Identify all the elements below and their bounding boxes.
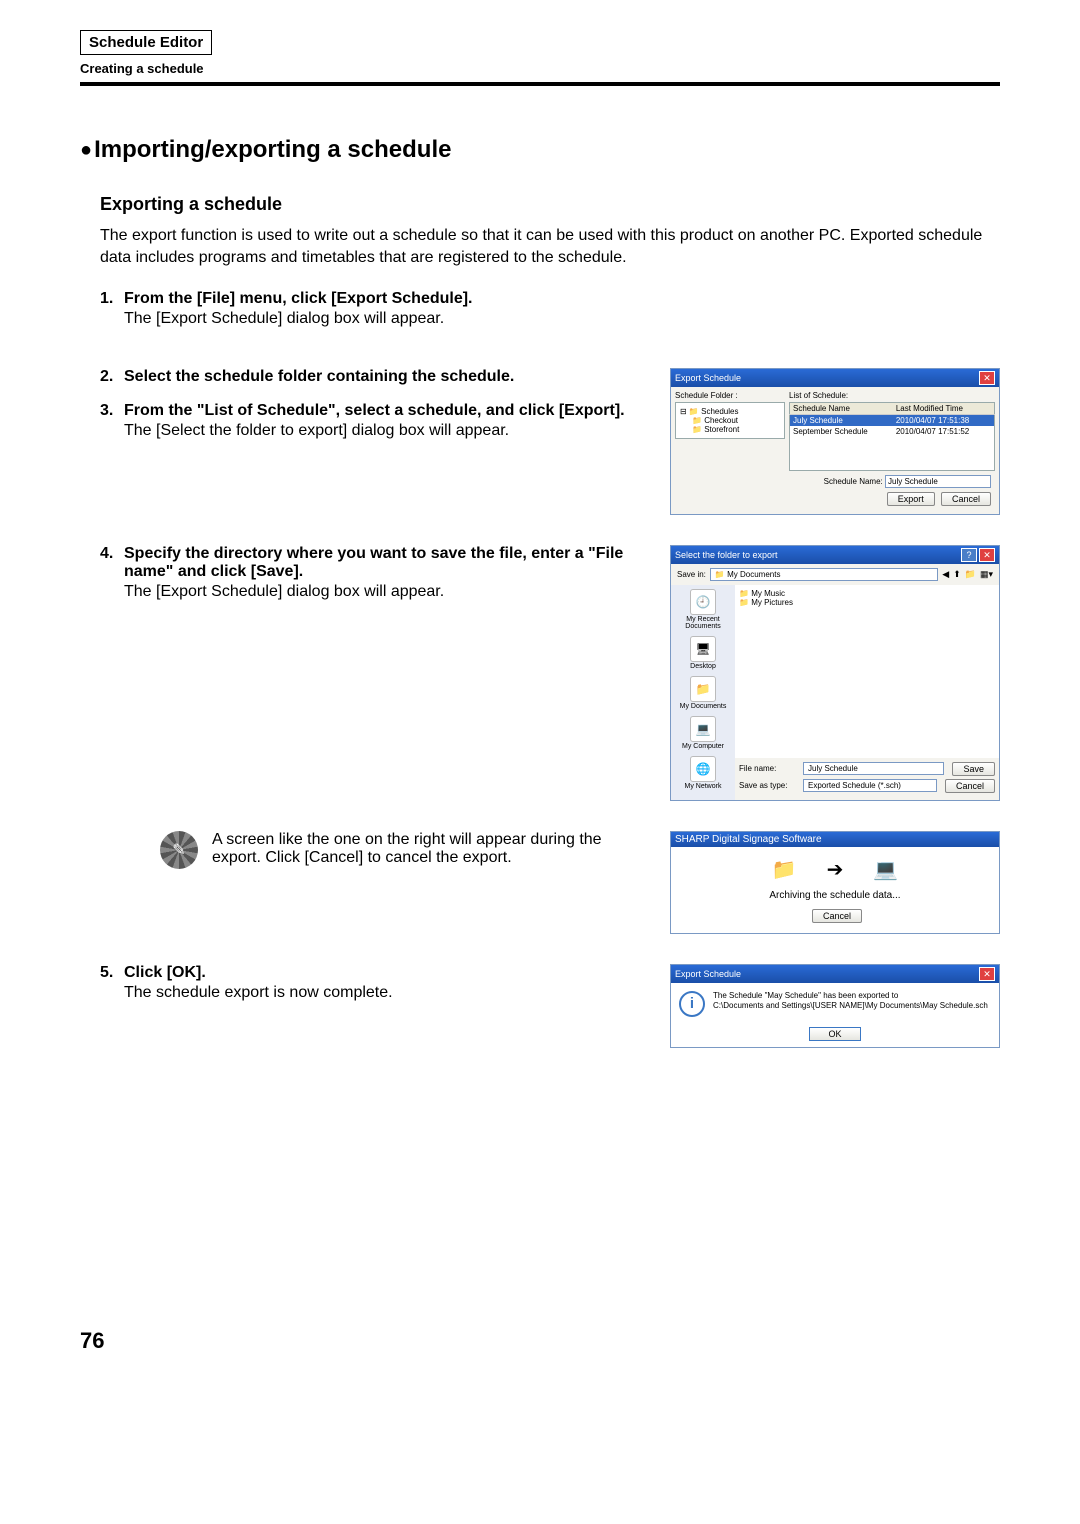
table-row[interactable]: July Schedule 2010/04/07 17:51:38 bbox=[790, 414, 995, 426]
filename-field[interactable]: July Schedule bbox=[803, 762, 944, 775]
computer-icon: 💻 bbox=[873, 857, 898, 882]
tree-item[interactable]: Checkout bbox=[704, 416, 738, 425]
dialog-title: Export Schedule bbox=[675, 373, 741, 383]
new-folder-icon[interactable]: 📁 bbox=[965, 569, 976, 580]
schedule-name-field[interactable] bbox=[885, 475, 991, 488]
schedule-list-table[interactable]: Schedule Name Last Modified Time July Sc… bbox=[789, 402, 995, 471]
up-icon[interactable]: ⬆ bbox=[953, 569, 961, 580]
progress-dialog: SHARP Digital Signage Software 📁 ➔ 💻 Arc… bbox=[670, 831, 1000, 934]
header-box: Schedule Editor bbox=[80, 30, 212, 55]
places-desktop[interactable]: 🖥Desktop bbox=[673, 636, 733, 670]
schedule-name-label: Schedule Name: bbox=[824, 477, 883, 486]
dialog-title: Select the folder to export bbox=[675, 550, 778, 560]
step5-head: Click [OK]. bbox=[124, 964, 660, 982]
step-num: 3. bbox=[100, 402, 124, 420]
places-mynet[interactable]: 🌐My Network bbox=[673, 756, 733, 790]
cell: July Schedule bbox=[790, 414, 893, 426]
export-schedule-dialog: Export Schedule ✕ Schedule Folder : ⊟ 📁 … bbox=[670, 368, 1000, 515]
places-mydocs[interactable]: 📁My Documents bbox=[673, 676, 733, 710]
col-last-modified: Last Modified Time bbox=[893, 402, 995, 414]
help-icon[interactable]: ? bbox=[961, 548, 977, 562]
list-item[interactable]: 📁 My Music bbox=[739, 589, 995, 598]
section-title: ●Importing/exporting a schedule bbox=[80, 136, 1000, 164]
step1-head: From the [File] menu, click [Export Sche… bbox=[124, 290, 990, 308]
cell: 2010/04/07 17:51:52 bbox=[893, 426, 995, 437]
header-sub: Creating a schedule bbox=[80, 61, 1000, 76]
schedule-folder-tree[interactable]: ⊟ 📁 Schedules 📁 Checkout 📁 Storefront bbox=[675, 402, 785, 439]
progress-text: Archiving the schedule data... bbox=[681, 890, 989, 901]
step4-head: Specify the directory where you want to … bbox=[124, 545, 660, 581]
savetype-label: Save as type: bbox=[739, 781, 799, 790]
save-dialog: Select the folder to export ? ✕ Save in:… bbox=[670, 545, 1000, 801]
divider bbox=[80, 82, 1000, 86]
tree-item[interactable]: Schedules bbox=[701, 407, 738, 416]
places-mycomp[interactable]: 💻My Computer bbox=[673, 716, 733, 750]
step2-head: Select the schedule folder containing th… bbox=[124, 368, 660, 386]
dialog-title: Export Schedule bbox=[675, 969, 741, 979]
ok-button[interactable]: OK bbox=[809, 1027, 860, 1041]
places-bar: 🕘My Recent Documents 🖥Desktop 📁My Docume… bbox=[671, 585, 735, 800]
step-num: 1. bbox=[100, 290, 124, 308]
cell: 2010/04/07 17:51:38 bbox=[893, 414, 995, 426]
section-title-text: Importing/exporting a schedule bbox=[94, 136, 451, 163]
save-button[interactable]: Save bbox=[952, 762, 995, 776]
filename-label: File name: bbox=[739, 764, 799, 773]
tree-item[interactable]: Storefront bbox=[704, 425, 739, 434]
step1-body: The [Export Schedule] dialog box will ap… bbox=[124, 310, 990, 328]
file-list[interactable]: 📁 My Music 📁 My Pictures bbox=[735, 585, 999, 758]
step-num: 4. bbox=[100, 545, 124, 563]
cell: September Schedule bbox=[790, 426, 893, 437]
folder-icon: 📁 bbox=[772, 857, 797, 882]
close-icon[interactable]: ✕ bbox=[979, 371, 995, 385]
arrow-icon: ➔ bbox=[827, 857, 844, 882]
save-in-value: My Documents bbox=[727, 570, 780, 579]
close-icon[interactable]: ✕ bbox=[979, 967, 995, 981]
export-button[interactable]: Export bbox=[887, 492, 935, 506]
bullet-icon: ● bbox=[80, 139, 92, 161]
back-icon[interactable]: ◀ bbox=[942, 569, 949, 580]
step3-head: From the "List of Schedule", select a sc… bbox=[124, 402, 660, 420]
places-recent[interactable]: 🕘My Recent Documents bbox=[673, 589, 733, 630]
list-item[interactable]: 📁 My Pictures bbox=[739, 598, 995, 607]
confirm-dialog: Export Schedule ✕ i The Schedule "May Sc… bbox=[670, 964, 1000, 1048]
sub-title: Exporting a schedule bbox=[100, 194, 1000, 215]
dialog-title: SHARP Digital Signage Software bbox=[675, 834, 822, 845]
step-num: 5. bbox=[100, 964, 124, 982]
save-in-combo[interactable]: 📁 My Documents bbox=[710, 568, 938, 581]
list-of-schedule-label: List of Schedule: bbox=[789, 391, 995, 400]
close-icon[interactable]: ✕ bbox=[979, 548, 995, 562]
cancel-button[interactable]: Cancel bbox=[945, 779, 995, 793]
confirm-line2: C:\Documents and Settings\[USER NAME]\My… bbox=[713, 1001, 988, 1011]
page-number: 76 bbox=[80, 1328, 1000, 1354]
col-schedule-name: Schedule Name bbox=[790, 402, 893, 414]
savetype-combo[interactable]: Exported Schedule (*.sch) bbox=[803, 779, 937, 792]
info-icon: i bbox=[679, 991, 705, 1017]
step-num: 2. bbox=[100, 368, 124, 386]
confirm-line1: The Schedule "May Schedule" has been exp… bbox=[713, 991, 988, 1001]
table-row[interactable]: September Schedule 2010/04/07 17:51:52 bbox=[790, 426, 995, 437]
step3-body: The [Select the folder to export] dialog… bbox=[124, 422, 660, 440]
views-icon[interactable]: ▦▾ bbox=[980, 569, 993, 580]
step4-body: The [Export Schedule] dialog box will ap… bbox=[124, 583, 660, 601]
cancel-button[interactable]: Cancel bbox=[941, 492, 991, 506]
note-text: A screen like the one on the right will … bbox=[212, 831, 658, 867]
schedule-folder-label: Schedule Folder : bbox=[675, 391, 785, 400]
save-in-label: Save in: bbox=[677, 570, 706, 579]
step5-body: The schedule export is now complete. bbox=[124, 984, 660, 1002]
intro-text: The export function is used to write out… bbox=[100, 225, 1000, 270]
cancel-button[interactable]: Cancel bbox=[812, 909, 862, 923]
note-icon: ✎ bbox=[160, 831, 200, 871]
